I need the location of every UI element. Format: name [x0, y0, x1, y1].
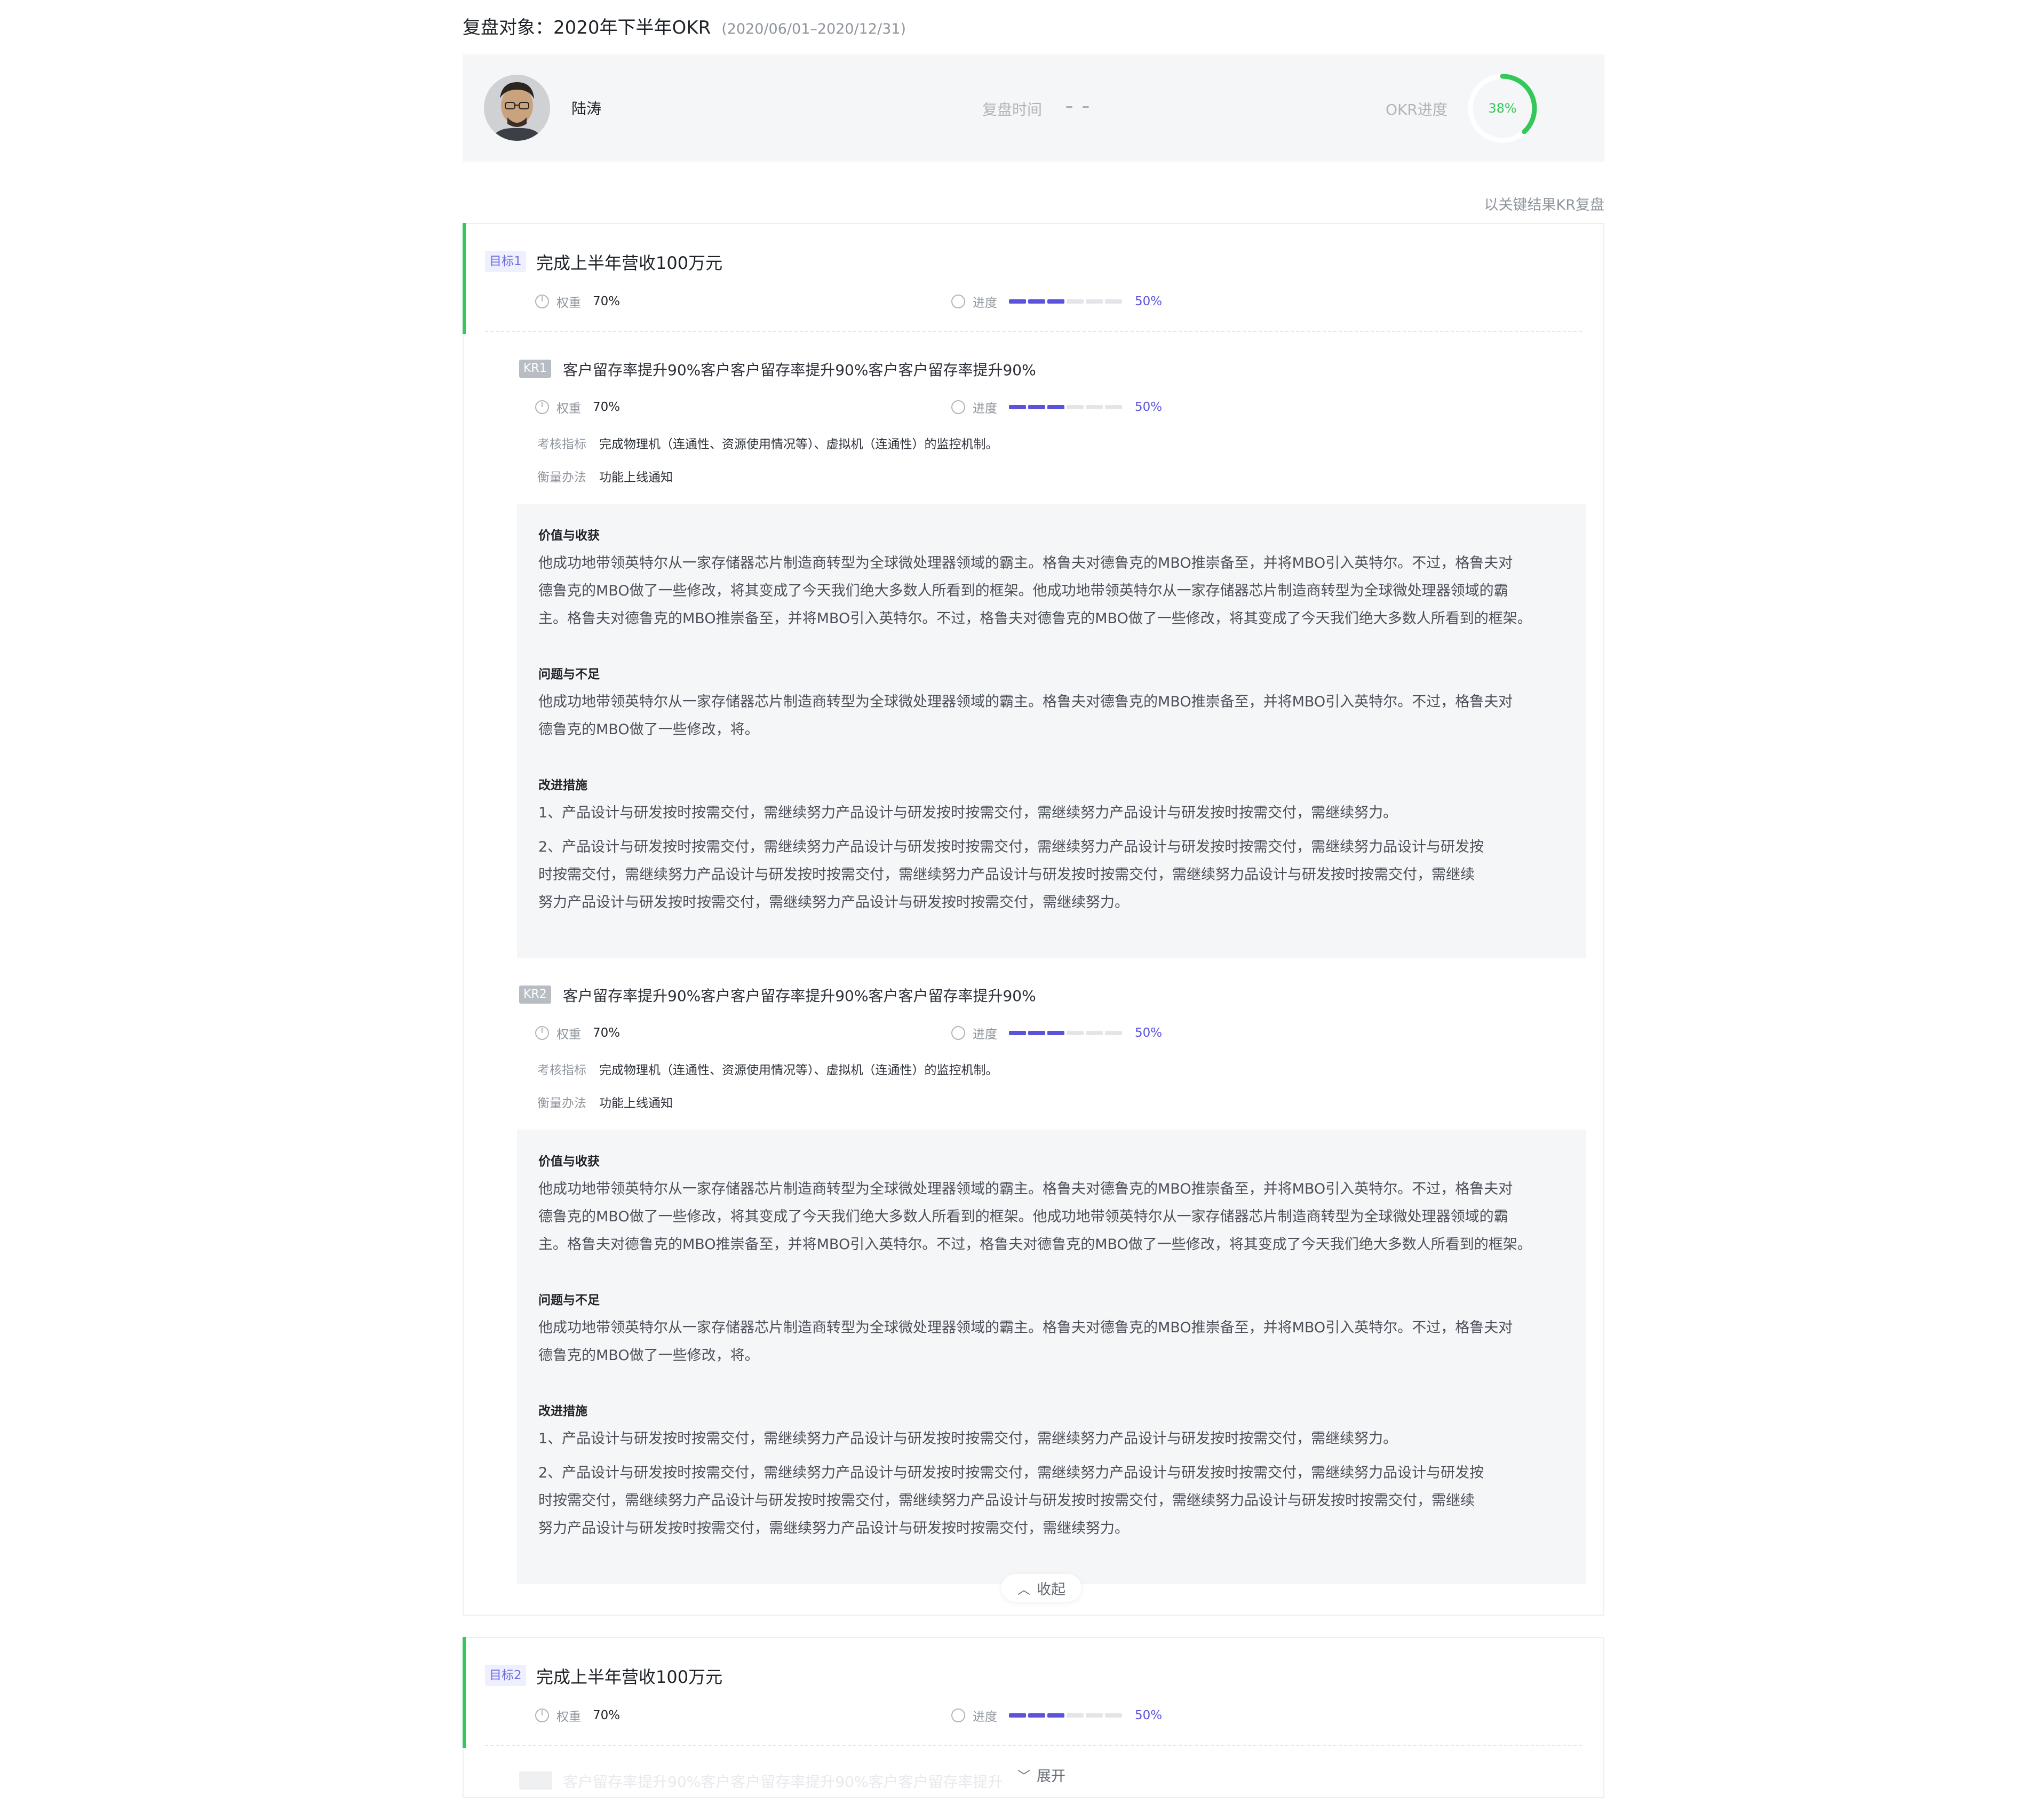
value-gain-line: 主。格鲁夫对德鲁克的MBO推崇备至，并将MBO引入英特尔。不过，格鲁夫对德鲁克的… — [538, 1236, 1532, 1253]
improvement-line: 时按需交付，需继续努力产品设计与研发按时按需交付，需继续努力产品设计与研发按时按… — [538, 867, 1475, 883]
problems-line: 他成功地带领英特尔从一家存储器芯片制造商转型为全球微处理器领域的霸主。格鲁夫对德… — [538, 1320, 1513, 1336]
improvement-line: 努力产品设计与研发按时按需交付，需继续努力产品设计与研发按时按需交付，需继续努力… — [538, 1520, 1129, 1537]
improvement-line: 1、产品设计与研发按时按需交付，需继续努力产品设计与研发按时按需交付，需继续努力… — [538, 805, 1398, 821]
okr-progress-value: 38% — [1488, 101, 1517, 116]
kr-indicator: 考核指标 完成物理机（连通性、资源使用情况等）、虚拟机（连通性）的监控机制。 — [537, 438, 998, 451]
progress-bar — [1009, 1713, 1122, 1718]
value-gain-line: 德鲁克的MBO做了一些修改，将其变成了今天我们绝大多数人所看到的框架。他成功地带… — [538, 1209, 1508, 1225]
value-gain-line: 德鲁克的MBO做了一些修改，将其变成了今天我们绝大多数人所看到的框架。他成功地带… — [538, 583, 1508, 599]
kr-tag: KR1 — [519, 360, 551, 378]
progress-bar — [1009, 1031, 1122, 1035]
objective-card: 目标2 完成上半年营收100万元 权重 70% 进度 50% 客户留存率提升90… — [463, 1637, 1604, 1798]
progress-bar — [1009, 405, 1122, 409]
pie-icon — [535, 295, 549, 308]
kr-tag: KR2 — [519, 986, 551, 1004]
pie-icon — [535, 1026, 549, 1040]
collapse-label: 收起 — [1037, 1581, 1065, 1598]
problems-heading: 问题与不足 — [538, 667, 600, 681]
kr-review-box: 价值与收获 他成功地带领英特尔从一家存储器芯片制造商转型为全球微处理器领域的霸主… — [517, 1130, 1586, 1584]
value-gain-line: 他成功地带领英特尔从一家存储器芯片制造商转型为全球微处理器领域的霸主。格鲁夫对德… — [538, 555, 1513, 571]
kr-indicator: 考核指标 完成物理机（连通性、资源使用情况等）、虚拟机（连通性）的监控机制。 — [537, 1063, 998, 1077]
expand-label: 展开 — [1037, 1768, 1065, 1785]
page-title: 复盘对象：2020年下半年OKR (2020/06/01–2020/12/31) — [463, 13, 906, 38]
kr-review-box: 价值与收获 他成功地带领英特尔从一家存储器芯片制造商转型为全球微处理器领域的霸主… — [517, 504, 1586, 958]
improvement-line: 时按需交付，需继续努力产品设计与研发按时按需交付，需继续努力产品设计与研发按时按… — [538, 1492, 1475, 1509]
review-time-label: 复盘时间 — [982, 101, 1043, 118]
person-name: 陆涛 — [571, 100, 602, 117]
page-title-text: 复盘对象：2020年下半年OKR — [463, 17, 711, 38]
objective-weight: 权重 70% — [535, 292, 620, 311]
kr-title: 客户留存率提升90%客户客户留存率提升90%客户客户留存率提升90% — [563, 361, 1036, 379]
chevron-up-icon: ︿ — [1017, 1581, 1030, 1597]
problems-heading: 问题与不足 — [538, 1293, 600, 1307]
problems-line: 他成功地带领英特尔从一家存储器芯片制造商转型为全球微处理器领域的霸主。格鲁夫对德… — [538, 694, 1513, 710]
kr-review-mode-link[interactable]: 以关键结果KR复盘 — [1484, 193, 1604, 214]
date-range: (2020/06/01–2020/12/31) — [721, 21, 906, 37]
progress-circle-icon — [951, 1026, 965, 1040]
objective-progress: 进度 50% — [951, 1706, 1162, 1724]
review-summary-card: 陆涛 复盘时间 – – OKR进度 38% — [463, 54, 1604, 162]
kr-weight: 权重 70% — [535, 398, 620, 416]
avatar — [484, 75, 550, 141]
kr-progress: 进度 50% — [951, 1024, 1162, 1042]
pie-icon — [535, 400, 549, 414]
review-time-value: – – — [1065, 97, 1092, 115]
expand-button[interactable]: ﹀ 展开 — [1001, 1761, 1081, 1789]
value-gain-line: 他成功地带领英特尔从一家存储器芯片制造商转型为全球微处理器领域的霸主。格鲁夫对德… — [538, 1181, 1513, 1197]
kr-weight: 权重 70% — [535, 1024, 620, 1042]
objective-card: 目标1 完成上半年营收100万元 权重 70% 进度 50% KR1 客户留存率… — [463, 223, 1604, 1616]
objective-accent-bar — [463, 223, 466, 334]
value-gain-heading: 价值与收获 — [538, 529, 600, 543]
objective-title: 完成上半年营收100万元 — [536, 1667, 723, 1687]
progress-bar — [1009, 299, 1122, 304]
problems-line: 德鲁克的MBO做了一些修改，将。 — [538, 721, 759, 738]
value-gain-heading: 价值与收获 — [538, 1155, 600, 1169]
progress-circle-icon — [951, 400, 965, 414]
improvement-line: 努力产品设计与研发按时按需交付，需继续努力产品设计与研发按时按需交付，需继续努力… — [538, 894, 1129, 911]
chevron-down-icon: ﹀ — [1017, 1768, 1030, 1784]
improvement-line: 2、产品设计与研发按时按需交付，需继续努力产品设计与研发按时按需交付，需继续努力… — [538, 1465, 1484, 1481]
divider — [485, 1745, 1582, 1746]
kr-title: 客户留存率提升90%客户客户留存率提升90%客户客户留存率提升90% — [563, 987, 1036, 1005]
kr-progress: 进度 50% — [951, 398, 1162, 416]
objective-accent-bar — [463, 1637, 466, 1748]
problems-line: 德鲁克的MBO做了一些修改，将。 — [538, 1347, 759, 1364]
objective-title: 完成上半年营收100万元 — [536, 253, 723, 273]
kr-method: 衡量办法 功能上线通知 — [537, 1096, 673, 1110]
objective-tag: 目标2 — [485, 1665, 526, 1686]
improvements-heading: 改进措施 — [538, 1404, 587, 1418]
value-gain-line: 主。格鲁夫对德鲁克的MBO推崇备至，并将MBO引入英特尔。不过，格鲁夫对德鲁克的… — [538, 610, 1532, 627]
divider — [485, 331, 1582, 332]
kr-title-faded: 客户留存率提升90%客户客户留存率提升90%客户客户留存率提升 — [563, 1773, 1003, 1791]
improvements-heading: 改进措施 — [538, 778, 587, 792]
okr-progress-label: OKR进度 — [1386, 101, 1447, 118]
improvement-line: 2、产品设计与研发按时按需交付，需继续努力产品设计与研发按时按需交付，需继续努力… — [538, 839, 1484, 855]
objective-tag: 目标1 — [485, 251, 526, 272]
improvement-line: 1、产品设计与研发按时按需交付，需继续努力产品设计与研发按时按需交付，需继续努力… — [538, 1430, 1398, 1447]
kr-tag-faded — [519, 1771, 552, 1790]
collapse-button[interactable]: ︿ 收起 — [1001, 1574, 1081, 1602]
progress-circle-icon — [951, 1708, 965, 1722]
pie-icon — [535, 1708, 549, 1722]
objective-weight: 权重 70% — [535, 1706, 620, 1724]
kr-method: 衡量办法 功能上线通知 — [537, 471, 673, 484]
objective-progress: 进度 50% — [951, 292, 1162, 311]
progress-circle-icon — [951, 295, 965, 308]
